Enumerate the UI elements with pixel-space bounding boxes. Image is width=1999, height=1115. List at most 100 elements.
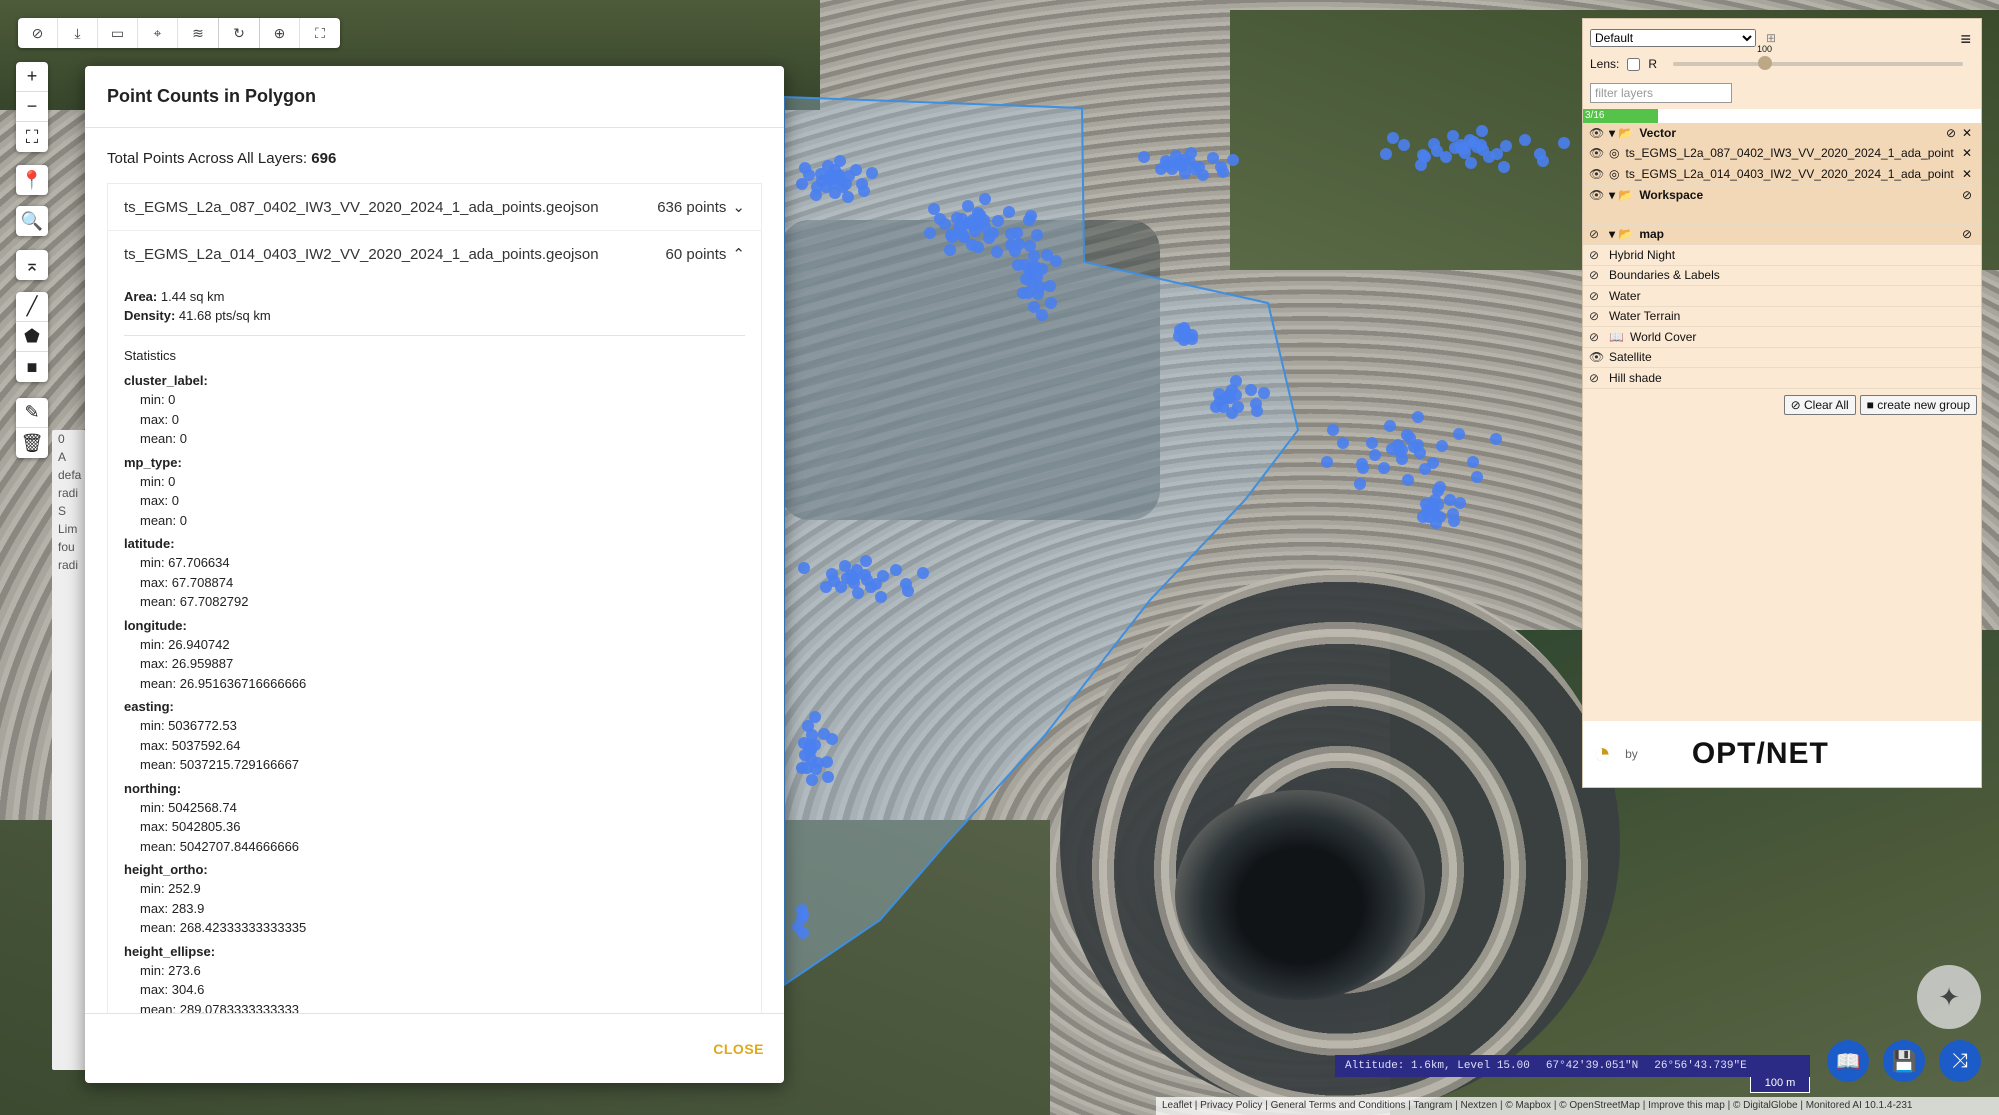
book-icon: 📖	[1609, 329, 1624, 344]
reset-icon[interactable]: ↻	[219, 18, 259, 48]
camera-icon[interactable]: ▭	[98, 18, 138, 48]
stat-min: min: 273.6	[140, 962, 201, 978]
close-icon[interactable]: ✕	[1959, 146, 1975, 160]
preset-row: Default ⊞	[1583, 19, 1981, 51]
lens-slider[interactable]: 100	[1673, 44, 1964, 70]
layer-row[interactable]: 👁 Satellite	[1583, 348, 1981, 368]
eye-off-icon[interactable]: ⊘	[1959, 188, 1975, 202]
close-icon[interactable]: ✕	[1959, 126, 1975, 140]
stat-max: max: 283.9	[140, 900, 205, 916]
statistics-heading: Statistics	[124, 348, 177, 363]
layer-label: Hybrid Night	[1609, 247, 1676, 262]
layer-row-vector[interactable]: 👁 ▾ 📂 Vector ⊘ ✕	[1583, 123, 1981, 144]
measurement-point	[889, 563, 902, 576]
layer-label: Water	[1609, 288, 1641, 303]
trash-icon[interactable]: 🗑	[16, 428, 48, 458]
layer-accordion-header[interactable]: ts_EGMS_L2a_014_0403_IW2_VV_2020_2024_1_…	[108, 231, 761, 277]
stat-field: longitude: min: 26.940742 max: 26.959887 me…	[124, 616, 745, 694]
measurement-point	[1440, 150, 1453, 163]
measurement-point	[1386, 132, 1399, 145]
eye-off-icon[interactable]: ⊘	[1589, 289, 1609, 303]
stat-name: height_ellipse:	[124, 943, 216, 959]
measurement-point	[1378, 461, 1391, 474]
measurement-point	[1404, 431, 1417, 444]
close-icon[interactable]: ✕	[1959, 167, 1975, 181]
measurement-point	[1368, 449, 1381, 462]
location-pin-icon[interactable]: 📍	[16, 165, 48, 195]
edit-icon[interactable]: ✎	[16, 398, 48, 428]
measurement-point	[944, 243, 957, 256]
layer-row[interactable]: 👁 ◎ ts_EGMS_L2a_014_0403_IW2_VV_2020_2024…	[1583, 164, 1981, 185]
draw-rectangle-icon[interactable]: ■	[16, 352, 48, 382]
stat-name: height_ortho:	[124, 862, 208, 877]
stat-field: cluster_label: min: 0 max: 0 mean: 0	[124, 371, 745, 449]
measurement-point	[899, 577, 912, 590]
create-group-button[interactable]: ■ create new group	[1859, 394, 1977, 415]
eye-off-icon[interactable]: ⊘	[1589, 227, 1609, 241]
draw-line-icon[interactable]: ╱	[16, 292, 48, 322]
settings-icon[interactable]: ≋	[178, 18, 218, 48]
measurement-point	[1045, 296, 1058, 309]
measurement-point	[834, 580, 847, 593]
progress-text: 3/16	[1585, 110, 1605, 121]
layer-row[interactable]: ⊘ 📖 World Cover	[1583, 327, 1981, 348]
measurement-point	[1365, 436, 1378, 449]
draw-polygon-icon[interactable]: ⬟	[16, 322, 48, 352]
compass-icon[interactable]: ✦	[1917, 965, 1981, 1029]
layer-label: Water Terrain	[1609, 309, 1681, 324]
lens-checkbox[interactable]	[1627, 57, 1641, 71]
eye-icon[interactable]: 👁	[1589, 167, 1609, 181]
measurement-point	[1464, 157, 1477, 170]
filter-layers-input[interactable]: filter layers	[1590, 83, 1732, 103]
zoom-box-icon[interactable]: 🔍	[16, 206, 48, 236]
layer-panel: Default ⊞ ≡ Lens: R 100 filter layers 3/…	[1582, 18, 1982, 788]
layer-row-workspace[interactable]: 👁 ▾ 📂 Workspace ⊘	[1583, 184, 1981, 225]
slider-handle[interactable]	[1758, 56, 1773, 70]
map-attribution[interactable]: Leaflet | Privacy Policy | General Terms…	[1156, 1097, 1999, 1115]
hide-icon[interactable]: ⊘	[18, 18, 58, 48]
scale-bar: 100 m	[1750, 1077, 1810, 1093]
eye-icon[interactable]: 👁	[1589, 126, 1609, 140]
menu-icon[interactable]: ≡	[1960, 29, 1971, 50]
fullscreen-icon[interactable]: ⛶	[16, 122, 48, 152]
eye-off-icon[interactable]: ⊘	[1589, 371, 1609, 385]
crop-icon[interactable]: ⛶	[300, 18, 340, 48]
layer-row-map[interactable]: ⊘ ▾ 📂 map ⊘	[1583, 224, 1981, 245]
download-icon[interactable]: ⤓	[58, 18, 98, 48]
collapse-up-icon[interactable]: ⌅	[16, 250, 48, 280]
eye-off-icon[interactable]: ⊘	[1959, 227, 1975, 241]
layer-row[interactable]: ⊘ Hill shade	[1583, 368, 1981, 389]
zoom-in-button[interactable]: +	[16, 62, 48, 92]
layer-row[interactable]: ⊘ Boundaries & Labels	[1583, 266, 1981, 286]
locate-icon[interactable]: ⊕	[260, 18, 300, 48]
eye-off-icon[interactable]: ⊘	[1589, 330, 1609, 344]
eye-icon[interactable]: 👁	[1589, 350, 1609, 364]
layer-row[interactable]: ⊘ Water	[1583, 286, 1981, 307]
layer-row[interactable]: ⊘ Water Terrain	[1583, 307, 1981, 327]
close-button[interactable]: CLOSE	[713, 1041, 764, 1057]
save-icon[interactable]: 💾	[1883, 1040, 1925, 1082]
eye-off-icon[interactable]: ⊘	[1589, 268, 1609, 282]
eye-icon[interactable]: 👁	[1589, 146, 1609, 160]
layer-label: map	[1639, 227, 1664, 242]
measurement-point	[1002, 205, 1015, 218]
stat-field: northing: min: 5042568.74 max: 5042805.36 m…	[124, 779, 745, 857]
zoom-out-button[interactable]: −	[16, 92, 48, 122]
point-counts-dialog: Point Counts in Polygon Total Points Acr…	[85, 66, 784, 1083]
preset-select[interactable]: Default	[1590, 29, 1756, 47]
layer-row[interactable]: ⊘ Hybrid Night	[1583, 245, 1981, 266]
share-icon[interactable]: ⤨	[1939, 1040, 1981, 1082]
grid-icon[interactable]: ⊞	[1766, 31, 1776, 45]
stat-max: max: 26.959887	[140, 656, 234, 671]
target-icon[interactable]: ⌖	[138, 18, 178, 48]
eye-icon[interactable]: 👁	[1589, 188, 1609, 202]
eye-off-icon[interactable]: ⊘	[1589, 309, 1609, 323]
book-icon[interactable]: 📖	[1827, 1040, 1869, 1082]
layer-accordion-header[interactable]: ts_EGMS_L2a_087_0402_IW3_VV_2020_2024_1_…	[108, 184, 761, 231]
layer-row[interactable]: 👁 ◎ ts_EGMS_L2a_087_0402_IW3_VV_2020_2024…	[1583, 143, 1981, 164]
eye-off-icon[interactable]: ⊘	[1943, 126, 1959, 140]
eye-off-icon[interactable]: ⊘	[1589, 248, 1609, 262]
clear-all-button[interactable]: ⊘ Clear All	[1783, 394, 1856, 415]
measurement-point	[1009, 244, 1022, 257]
dialog-scroll-area[interactable]: ts_EGMS_L2a_087_0402_IW3_VV_2020_2024_1_…	[107, 183, 762, 1013]
